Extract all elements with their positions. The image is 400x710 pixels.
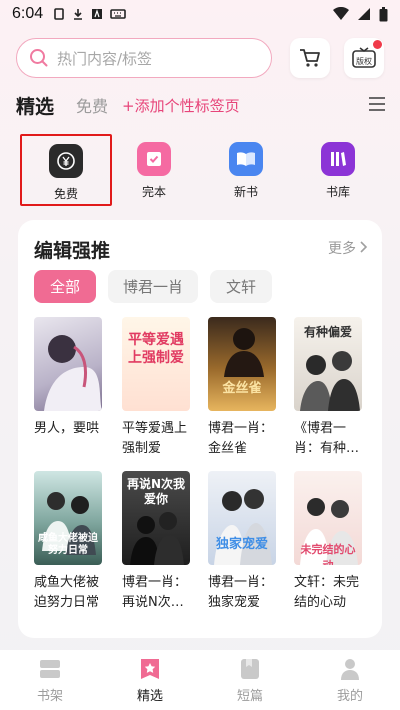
nav-profile[interactable]: 我的 (300, 650, 400, 710)
cover-title: 平等爱遇上强制爱 (128, 332, 184, 366)
category-label: 免费 (53, 187, 78, 201)
book-title: 博君一肖：独家宠爱 (208, 575, 274, 610)
chip-wenxuan[interactable]: 文轩 (210, 270, 272, 303)
category-row: 免费 完本 新书 书库 (20, 134, 386, 206)
category-finished[interactable]: 完本 (108, 134, 200, 206)
cart-button[interactable] (290, 38, 330, 78)
battery-icon (379, 6, 388, 21)
check-box-icon (137, 142, 171, 176)
bottom-nav: 书架 精选 短篇 我的 (0, 650, 400, 710)
book-title: 咸鱼大佬被迫努力日常 (34, 575, 100, 610)
status-bar: 6:04 (0, 0, 400, 28)
chip-all[interactable]: 全部 (34, 270, 96, 303)
chip-bojun[interactable]: 博君一肖 (108, 270, 198, 303)
cover-title: 金丝雀 (222, 381, 262, 396)
add-tab-button[interactable]: +添加个性标签页 (122, 95, 240, 116)
keyboard-icon (110, 9, 126, 19)
chevron-right-icon (360, 241, 368, 253)
yen-coin-icon (49, 144, 83, 178)
tab-bar: 精选 免费 +添加个性标签页 (16, 90, 386, 120)
book-cover: 未完结的心动 (294, 471, 362, 565)
copyright-label: 版权 (356, 57, 372, 66)
search-placeholder: 热门内容/标签 (57, 49, 153, 68)
category-label: 书库 (325, 185, 350, 199)
book-card[interactable]: 未完结的心动 文轩：未完结的心动 (294, 471, 364, 613)
category-new[interactable]: 新书 (200, 134, 292, 206)
book-card[interactable]: 金丝雀 博君一肖：金丝雀 (208, 317, 278, 459)
book-title: 《博君一肖：有种… (294, 421, 360, 456)
nav-featured[interactable]: 精选 (100, 650, 200, 710)
book-cover: 平等爱遇上强制爱 (122, 317, 190, 411)
signal-icon (358, 8, 370, 20)
more-link[interactable]: 更多 (328, 238, 356, 258)
cover-title: 咸鱼大佬被迫努力日常 (38, 533, 98, 556)
book-title: 博君一肖：金丝雀 (208, 421, 274, 456)
short-story-icon (241, 659, 259, 679)
book-card[interactable]: 男人，要哄 (34, 317, 104, 439)
book-title: 男人，要哄 (34, 421, 100, 436)
search-row: 热门内容/标签 版权 (16, 38, 386, 78)
book-cover: 金丝雀 (208, 317, 276, 411)
book-title: 文轩：未完结的心动 (294, 575, 360, 610)
open-book-icon (229, 142, 263, 176)
star-icon (141, 659, 159, 679)
cover-title: 未完结的心动 (300, 543, 356, 565)
clipboard-icon (54, 8, 64, 20)
menu-icon[interactable] (368, 96, 386, 112)
nav-short[interactable]: 短篇 (200, 650, 300, 710)
nav-bookshelf[interactable]: 书架 (0, 650, 100, 710)
search-icon (30, 49, 48, 67)
book-card[interactable]: 有种偏爱 《博君一肖：有种… (294, 317, 364, 459)
cover-title: 独家宠爱 (215, 537, 268, 552)
system-icons (333, 6, 388, 22)
category-label: 新书 (233, 185, 258, 199)
cover-title: 有种偏爱 (303, 325, 352, 339)
app-a-icon (92, 9, 103, 19)
book-card[interactable]: 独家宠爱 博君一肖：独家宠爱 (208, 471, 278, 613)
nav-label: 短篇 (236, 689, 263, 704)
book-card[interactable]: 再说N次我爱你 博君一肖：再说N次… (122, 471, 192, 613)
book-title: 博君一肖：再说N次… (122, 575, 188, 610)
bookshelf-icon (40, 660, 60, 678)
category-library[interactable]: 书库 (292, 134, 384, 206)
book-cover: 独家宠爱 (208, 471, 276, 565)
profile-icon (341, 659, 359, 680)
notification-icons (53, 8, 126, 20)
book-card[interactable]: 平等爱遇上强制爱 平等爱遇上强制爱 (122, 317, 192, 459)
notification-dot (373, 40, 382, 49)
book-cover: 有种偏爱 (294, 317, 362, 411)
book-card[interactable]: 咸鱼大佬被迫努力日常 咸鱼大佬被迫努力日常 (34, 471, 104, 613)
status-time: 6:04 (12, 5, 44, 22)
library-icon (321, 142, 355, 176)
book-cover: 咸鱼大佬被迫努力日常 (34, 471, 102, 565)
panel-title: 编辑强推 (34, 240, 111, 262)
cart-icon (300, 49, 320, 67)
book-title: 平等爱遇上强制爱 (122, 421, 188, 456)
copyright-button[interactable]: 版权 (344, 38, 384, 78)
nav-label: 我的 (336, 689, 363, 704)
editor-picks-panel: 编辑强推 更多 全部 博君一肖 文轩 男人，要哄 平等爱遇上强制爱 平等爱遇上强… (18, 220, 382, 638)
filter-chips: 全部 博君一肖 文轩 (34, 270, 272, 303)
nav-label: 书架 (36, 689, 63, 704)
nav-label: 精选 (136, 689, 163, 704)
cover-title: 再说N次我爱你 (126, 477, 186, 506)
book-cover: 再说N次我爱你 (122, 471, 190, 565)
category-label: 完本 (141, 185, 166, 199)
search-input[interactable]: 热门内容/标签 (16, 38, 272, 78)
tab-free[interactable]: 免费 (76, 93, 108, 117)
tab-featured[interactable]: 精选 (16, 92, 54, 119)
book-cover (34, 317, 102, 411)
wifi-icon (333, 7, 349, 20)
download-icon (74, 9, 83, 20)
category-free[interactable]: 免费 (20, 134, 112, 206)
